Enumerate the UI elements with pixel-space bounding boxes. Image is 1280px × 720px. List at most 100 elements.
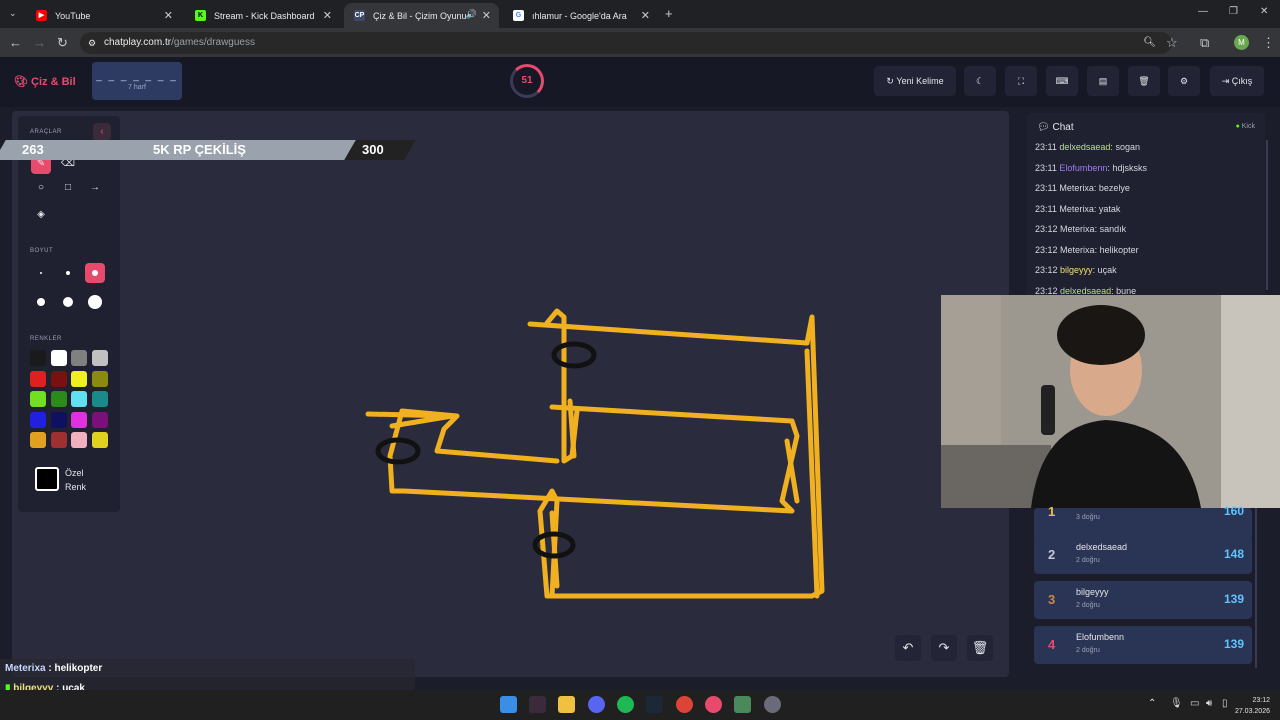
color-swatch[interactable] xyxy=(30,350,46,366)
tab-ciz-bil[interactable]: CP Çiz & Bil - Çizim Oyunu 🔊 ✕ xyxy=(344,3,499,28)
app-icon[interactable] xyxy=(705,696,722,713)
color-swatch[interactable] xyxy=(91,370,108,387)
color-swatch[interactable] xyxy=(71,350,87,366)
msg-user[interactable]: Meterixa xyxy=(1059,204,1094,214)
keyboard-button[interactable]: ⌨ xyxy=(1046,66,1078,96)
color-swatch[interactable] xyxy=(71,391,87,407)
msg-time: 23:11 xyxy=(1035,183,1057,193)
tab-google-search[interactable]: G ıhlamur - Google'da Ara ✕ xyxy=(503,3,658,28)
app-icon[interactable] xyxy=(529,696,546,713)
color-swatch[interactable] xyxy=(71,411,87,428)
color-swatch[interactable] xyxy=(50,350,67,366)
keyboard-icon: ⌨ xyxy=(1055,75,1069,86)
forward-icon[interactable]: → xyxy=(33,35,46,50)
chrome-icon[interactable] xyxy=(676,696,693,713)
color-swatch[interactable] xyxy=(91,350,108,366)
windows-start-icon[interactable] xyxy=(500,696,517,713)
tray-chevron-icon[interactable]: ⌃ xyxy=(1148,698,1156,709)
battery-icon[interactable]: ▯ xyxy=(1222,698,1228,709)
archive-button[interactable]: ▤ xyxy=(1087,66,1119,96)
browser-menu-icon[interactable]: ⋮ xyxy=(1262,35,1275,51)
settings-icon[interactable] xyxy=(764,696,781,713)
settings-button[interactable]: ⚙ xyxy=(1168,66,1200,96)
steam-icon[interactable] xyxy=(646,696,663,713)
close-icon[interactable]: ✕ xyxy=(323,9,332,22)
folder-icon[interactable] xyxy=(558,696,575,713)
extensions-icon[interactable]: ⧉ xyxy=(1200,35,1209,51)
new-tab-icon[interactable]: + xyxy=(665,6,673,21)
clear-canvas-button[interactable]: 🗑︎ xyxy=(967,635,993,661)
chat-scrollbar[interactable] xyxy=(1266,140,1268,290)
tab-youtube[interactable]: ▶ YouTube ✕ xyxy=(26,3,181,28)
color-swatch[interactable] xyxy=(30,411,46,428)
leaderboard-scrollbar[interactable] xyxy=(1255,508,1257,668)
volume-icon[interactable]: 🔊︎ xyxy=(1206,698,1212,709)
minimize-icon[interactable]: — xyxy=(1198,6,1208,17)
reload-icon[interactable]: ↻ xyxy=(57,35,68,51)
size-m[interactable] xyxy=(85,263,105,283)
profile-avatar[interactable]: M xyxy=(1234,35,1249,50)
color-swatch[interactable] xyxy=(71,432,87,448)
msg-user[interactable]: Meterixa xyxy=(1060,224,1095,234)
close-icon[interactable]: ✕ xyxy=(641,9,650,22)
circle-tool[interactable]: ○ xyxy=(31,178,51,198)
color-swatch[interactable] xyxy=(50,411,67,428)
microphone-icon[interactable]: 🎙︎ xyxy=(1170,698,1183,709)
size-xs[interactable] xyxy=(31,263,51,283)
msg-user[interactable]: delxedsaead xyxy=(1059,142,1110,152)
app-logo[interactable]: 🎨︎ Çiz & Bil xyxy=(14,75,76,88)
restore-icon[interactable]: ❐ xyxy=(1229,6,1238,17)
undo-button[interactable]: ↶ xyxy=(895,635,921,661)
custom-color-swatch[interactable] xyxy=(35,467,59,491)
color-swatch[interactable] xyxy=(91,391,108,407)
color-swatch[interactable] xyxy=(91,411,108,428)
new-word-button[interactable]: ↻ Yeni Kelime xyxy=(874,66,956,96)
color-swatch[interactable] xyxy=(50,391,67,407)
color-swatch[interactable] xyxy=(91,432,108,448)
clear-button[interactable]: 🗑︎ xyxy=(1128,66,1160,96)
url-field[interactable]: ⚙ chatplay.com.tr/games/drawguess 🔍︎ xyxy=(80,32,1172,54)
app-icon[interactable] xyxy=(734,696,751,713)
spotify-icon[interactable] xyxy=(617,696,634,713)
tab-kick-dashboard[interactable]: K Stream - Kick Dashboard ✕ xyxy=(185,3,340,28)
window-close-icon[interactable]: ✕ xyxy=(1260,6,1268,17)
msg-user[interactable]: delxedsaead xyxy=(1060,286,1111,296)
collapse-button[interactable]: ‹ xyxy=(93,123,111,141)
size-s[interactable] xyxy=(58,263,78,283)
bookmark-star-icon[interactable]: ☆ xyxy=(1166,35,1178,51)
color-swatch[interactable] xyxy=(50,370,67,387)
banner-right-value: 300 xyxy=(362,142,384,157)
exit-button[interactable]: ⇥ Çıkış xyxy=(1210,66,1264,96)
drawing-canvas[interactable] xyxy=(12,111,1009,677)
arrow-tool[interactable]: → xyxy=(85,178,105,198)
color-swatch[interactable] xyxy=(30,432,46,448)
speaker-icon[interactable]: 🔊 xyxy=(466,9,477,20)
msg-user[interactable]: Meterixa xyxy=(1059,183,1094,193)
size-xl[interactable] xyxy=(58,292,78,312)
site-info-icon[interactable]: ⚙ xyxy=(88,32,96,54)
color-swatch[interactable] xyxy=(50,432,67,448)
close-icon[interactable]: ✕ xyxy=(482,9,491,22)
fullscreen-button[interactable]: ⛶ xyxy=(1005,66,1037,96)
color-swatch[interactable] xyxy=(30,391,46,407)
fill-tool[interactable]: ◈ xyxy=(31,205,51,225)
color-swatch[interactable] xyxy=(30,370,46,387)
size-xxl[interactable] xyxy=(85,292,105,312)
msg-text: bezelye xyxy=(1098,183,1130,193)
tab-search-icon[interactable]: ⌄ xyxy=(9,8,17,19)
system-clock[interactable]: 23:12 27.03.2026 xyxy=(1235,695,1270,717)
back-icon[interactable]: ← xyxy=(9,35,22,50)
size-l[interactable] xyxy=(31,292,51,312)
correct-count: 2 doğru xyxy=(1076,647,1100,654)
zoom-icon[interactable]: 🔍︎ xyxy=(1143,32,1156,54)
msg-user[interactable]: Meterixa xyxy=(1060,245,1095,255)
redo-button[interactable]: ↷ xyxy=(931,635,957,661)
close-icon[interactable]: ✕ xyxy=(164,9,173,22)
network-icon[interactable]: ▭ xyxy=(1190,698,1199,709)
discord-icon[interactable] xyxy=(588,696,605,713)
msg-user[interactable]: bilgeyyy xyxy=(1060,265,1093,275)
dark-mode-button[interactable]: ☾ xyxy=(964,66,996,96)
rectangle-tool[interactable]: □ xyxy=(58,178,78,198)
msg-user[interactable]: Elofumbenn xyxy=(1059,163,1107,173)
color-swatch[interactable] xyxy=(71,370,87,387)
